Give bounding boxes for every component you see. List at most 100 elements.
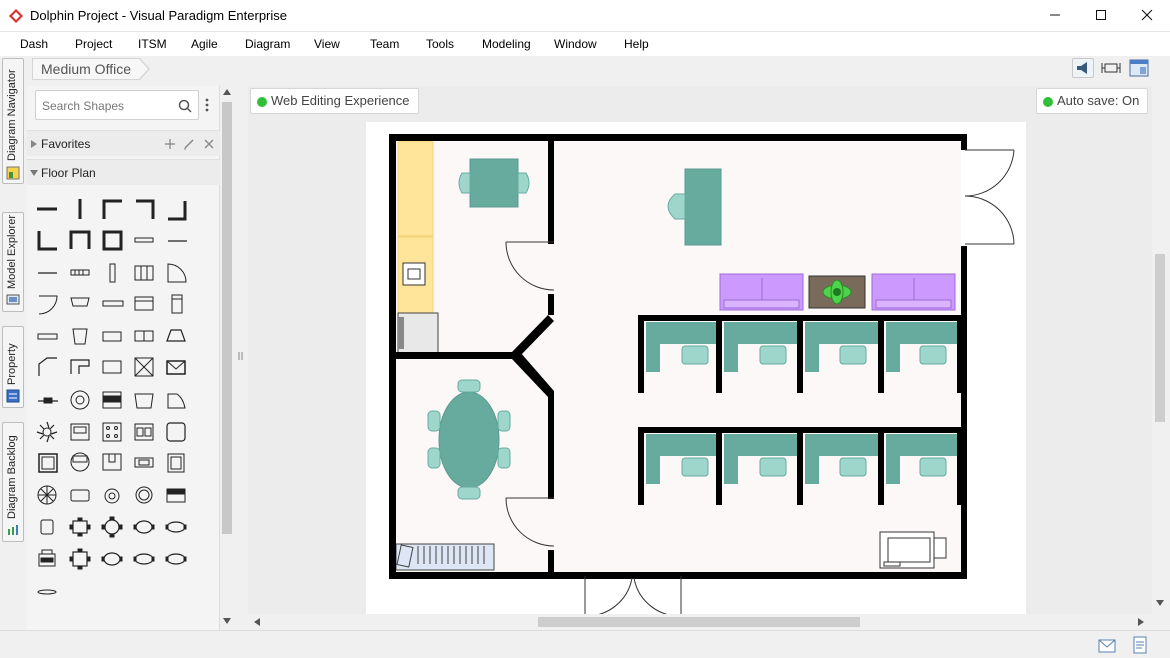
shapes-panel-scrollbar[interactable] bbox=[220, 86, 234, 630]
four-chair-table-shape-icon[interactable] bbox=[69, 517, 91, 537]
tab-property[interactable]: Property bbox=[2, 326, 24, 408]
piano-shape-icon[interactable] bbox=[167, 393, 186, 409]
dishwasher-shape-icon[interactable] bbox=[135, 486, 153, 504]
search-input[interactable]: Search Shapes bbox=[35, 90, 199, 120]
round-table-shape-icon[interactable] bbox=[101, 516, 123, 538]
close-button[interactable] bbox=[1124, 0, 1170, 30]
oval-table-shape-icon[interactable] bbox=[133, 520, 155, 534]
menu-agile[interactable]: Agile bbox=[191, 37, 218, 51]
menu-view[interactable]: View bbox=[314, 37, 340, 51]
menu-diagram[interactable]: Diagram bbox=[245, 37, 290, 51]
chair-right[interactable] bbox=[517, 172, 530, 194]
meeting-chair[interactable] bbox=[497, 447, 511, 469]
layout-button[interactable] bbox=[1128, 58, 1150, 78]
vertical-scroll-thumb[interactable] bbox=[1155, 254, 1165, 422]
add-icon[interactable] bbox=[164, 138, 176, 150]
oven-shape-icon[interactable] bbox=[134, 457, 154, 468]
room-corner-shape-icon[interactable] bbox=[37, 231, 57, 251]
canvas-vertical-scrollbar[interactable] bbox=[1152, 86, 1168, 614]
plant-shape-icon[interactable] bbox=[36, 421, 58, 443]
meeting-chair[interactable] bbox=[497, 410, 511, 432]
printer-shape-icon[interactable] bbox=[166, 329, 186, 342]
meeting-chair[interactable] bbox=[427, 447, 441, 469]
stairs-shape-icon[interactable] bbox=[70, 269, 90, 276]
meeting-chair[interactable] bbox=[427, 410, 441, 432]
menu-team[interactable]: Team bbox=[370, 37, 399, 51]
l-table-shape-icon[interactable] bbox=[70, 359, 90, 374]
meeting-chair[interactable] bbox=[457, 486, 481, 500]
remove-icon[interactable] bbox=[203, 138, 215, 150]
stove-shape-icon[interactable] bbox=[102, 422, 122, 442]
panel-splitter[interactable] bbox=[238, 350, 244, 360]
tab-model-explorer[interactable]: Model Explorer bbox=[2, 212, 24, 312]
sliding-door-shape-icon[interactable] bbox=[134, 296, 154, 311]
door-shape-icon[interactable] bbox=[38, 295, 58, 315]
desk-shape-icon[interactable] bbox=[102, 360, 122, 374]
tab-diagram-backlog[interactable]: Diagram Backlog bbox=[2, 422, 24, 542]
double-door-shape-icon[interactable] bbox=[70, 297, 90, 307]
sink[interactable] bbox=[402, 262, 426, 286]
menu-tools[interactable]: Tools bbox=[426, 37, 454, 51]
scroll-down-icon[interactable] bbox=[223, 618, 231, 624]
room-shape-icon[interactable] bbox=[102, 230, 123, 251]
oval-dining-six-shape-icon[interactable] bbox=[133, 553, 155, 565]
bookshelf-shape-icon[interactable] bbox=[171, 294, 183, 314]
corner-wall-shape-icon[interactable] bbox=[102, 199, 122, 219]
menu-project[interactable]: Project bbox=[75, 37, 112, 51]
tv-unit-shape-icon[interactable] bbox=[102, 391, 122, 409]
favorites-section[interactable]: Favorites bbox=[27, 130, 220, 156]
opening-shape-icon[interactable] bbox=[102, 300, 124, 307]
oval-dining-shape-icon[interactable] bbox=[101, 552, 123, 566]
menu-itsm[interactable]: ITSM bbox=[138, 37, 167, 51]
maximize-button[interactable] bbox=[1078, 0, 1124, 30]
lamp-shape-icon[interactable] bbox=[104, 488, 120, 504]
table-shape-icon[interactable] bbox=[166, 422, 186, 442]
sofa-shape-icon[interactable] bbox=[70, 423, 90, 441]
chair-small-shape-icon[interactable] bbox=[40, 519, 54, 535]
bed-shape-icon[interactable] bbox=[70, 489, 90, 502]
counter-shape-icon[interactable] bbox=[37, 333, 58, 340]
bench-shape-icon[interactable] bbox=[38, 397, 58, 404]
square-table-shape-icon[interactable] bbox=[38, 453, 58, 473]
menu-window[interactable]: Window bbox=[554, 37, 597, 51]
diagram-canvas[interactable]: Web Editing Experience Auto save: On bbox=[248, 86, 1152, 614]
l-desk-shape-icon[interactable] bbox=[38, 357, 57, 376]
more-options-icon[interactable] bbox=[205, 98, 209, 112]
canvas-horizontal-scrollbar[interactable] bbox=[248, 614, 1152, 630]
room-u-shape-icon[interactable] bbox=[69, 230, 91, 249]
announcement-button[interactable] bbox=[1072, 58, 1094, 78]
counter-upper[interactable] bbox=[397, 140, 434, 237]
cabinet-shape-icon[interactable] bbox=[134, 330, 154, 342]
menu-modeling[interactable]: Modeling bbox=[482, 37, 531, 51]
square-dining-shape-icon[interactable] bbox=[69, 548, 91, 570]
scroll-left-icon[interactable] bbox=[254, 618, 260, 626]
corner-wall-shape-icon[interactable] bbox=[168, 201, 187, 221]
horizontal-scroll-thumb[interactable] bbox=[538, 617, 860, 627]
menu-help[interactable]: Help bbox=[624, 37, 649, 51]
scrollbar-thumb[interactable] bbox=[222, 102, 232, 534]
wheel-shape-icon[interactable] bbox=[37, 485, 57, 505]
minimize-button[interactable] bbox=[1032, 0, 1078, 30]
rug-shape-icon[interactable] bbox=[37, 589, 57, 595]
bathtub-shape-icon[interactable] bbox=[134, 393, 154, 409]
chair-shape-icon[interactable] bbox=[72, 328, 88, 345]
scroll-right-icon[interactable] bbox=[1138, 618, 1144, 626]
toilet-shape-icon[interactable] bbox=[70, 452, 90, 472]
chair-left[interactable] bbox=[458, 172, 471, 194]
grid-shape-icon[interactable] bbox=[134, 265, 154, 281]
sink-shape-icon[interactable] bbox=[102, 331, 122, 342]
window-shape-icon[interactable] bbox=[134, 237, 154, 243]
cash-register-shape-icon[interactable] bbox=[38, 549, 56, 567]
menu-dash[interactable]: Dash bbox=[20, 37, 48, 51]
door-swing-shape-icon[interactable] bbox=[167, 263, 187, 283]
printer-machine-shape-icon[interactable] bbox=[166, 488, 186, 503]
washer-shape-icon[interactable] bbox=[102, 453, 122, 471]
crossed-box-shape-icon[interactable] bbox=[134, 357, 154, 377]
breadcrumb[interactable]: Medium Office bbox=[32, 58, 150, 80]
double-sink-shape-icon[interactable] bbox=[134, 423, 154, 441]
corner-wall-shape-icon[interactable] bbox=[136, 199, 155, 219]
envelope-box-shape-icon[interactable] bbox=[166, 360, 186, 375]
fit-diagram-button[interactable] bbox=[1100, 58, 1122, 78]
meeting-chair[interactable] bbox=[457, 379, 481, 393]
vertical-stairs-shape-icon[interactable] bbox=[109, 263, 116, 283]
